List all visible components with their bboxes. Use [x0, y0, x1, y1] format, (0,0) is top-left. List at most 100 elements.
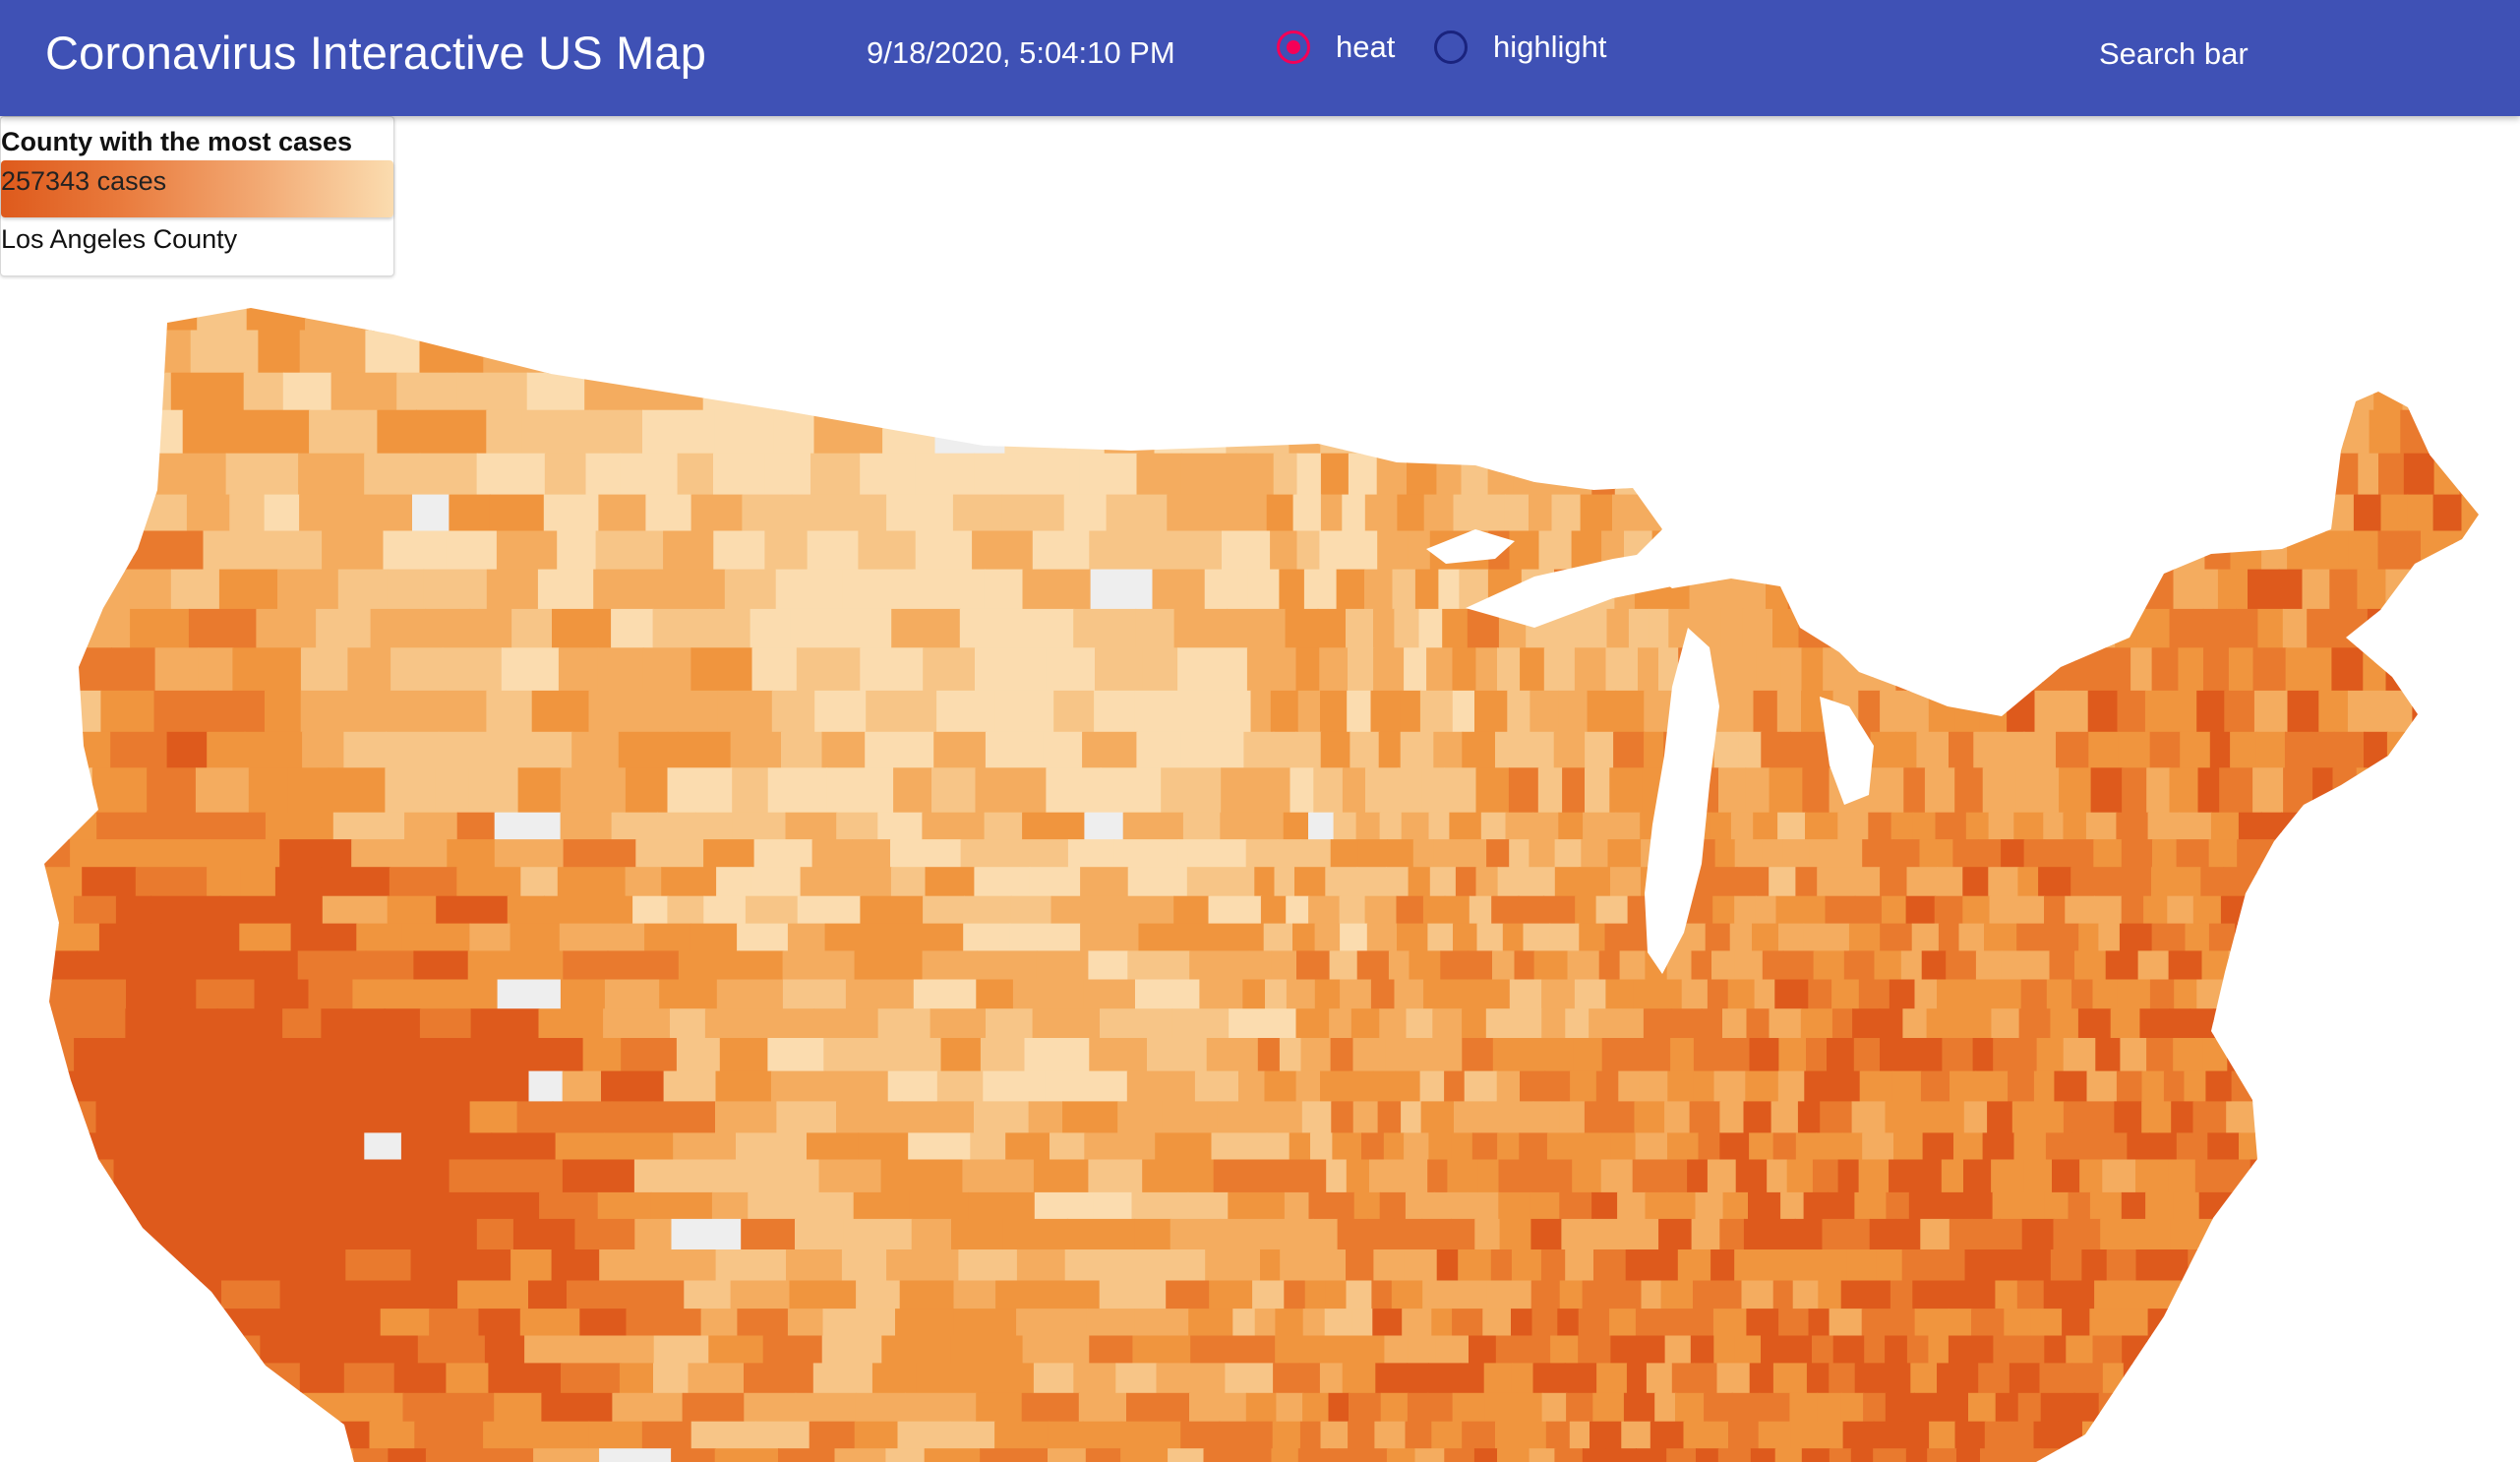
county-region[interactable]: [316, 608, 372, 649]
county-region[interactable]: [1511, 1309, 1533, 1337]
county-region[interactable]: [2046, 979, 2073, 1010]
county-region[interactable]: [2448, 1280, 2483, 1310]
county-region[interactable]: [1530, 1218, 1563, 1251]
county-region[interactable]: [1806, 1038, 1829, 1072]
county-region[interactable]: [1605, 979, 1635, 1010]
county-region[interactable]: [1831, 979, 1861, 1010]
county-region[interactable]: [968, 1191, 1036, 1221]
county-region[interactable]: [1666, 1448, 1698, 1462]
county-region[interactable]: [1504, 494, 1530, 532]
county-region[interactable]: [1857, 569, 1888, 611]
county-region[interactable]: [252, 1038, 291, 1072]
county-region[interactable]: [1179, 690, 1252, 734]
county-region[interactable]: [1471, 1132, 1499, 1161]
county-region[interactable]: [1487, 453, 1515, 496]
county-region[interactable]: [1177, 647, 1248, 693]
county-region[interactable]: [860, 330, 925, 374]
county-region[interactable]: [1593, 1249, 1627, 1282]
county-region[interactable]: [751, 647, 799, 693]
county-region[interactable]: [2036, 530, 2066, 571]
county-region[interactable]: [1566, 1392, 1594, 1423]
county-region[interactable]: [1154, 409, 1228, 455]
county-region[interactable]: [2250, 1421, 2279, 1450]
county-region[interactable]: [1749, 1132, 1774, 1161]
county-region[interactable]: [1885, 1101, 1908, 1134]
county-region[interactable]: [1533, 453, 1567, 496]
county-region[interactable]: [438, 731, 506, 769]
county-region[interactable]: [178, 1421, 219, 1450]
county-region[interactable]: [750, 867, 802, 897]
county-region[interactable]: [2197, 1363, 2229, 1394]
county-region[interactable]: [2370, 1335, 2392, 1365]
county-region[interactable]: [2088, 731, 2120, 769]
county-region[interactable]: [2045, 409, 2069, 455]
county-region[interactable]: [2259, 839, 2285, 869]
county-region[interactable]: [2169, 767, 2199, 814]
county-region[interactable]: [1401, 1101, 1422, 1134]
county-region[interactable]: [1157, 530, 1224, 571]
county-region[interactable]: [1734, 1335, 1763, 1365]
county-region[interactable]: [1617, 1191, 1647, 1221]
county-region[interactable]: [1337, 1218, 1369, 1251]
county-region[interactable]: [1881, 895, 1907, 925]
county-region[interactable]: [1850, 1448, 1875, 1462]
county-region[interactable]: [195, 767, 250, 814]
county-region[interactable]: [1454, 1101, 1483, 1134]
county-region[interactable]: [2427, 330, 2459, 374]
county-region[interactable]: [1829, 1448, 1852, 1462]
county-region[interactable]: [1728, 1421, 1760, 1450]
county-region[interactable]: [2488, 1249, 2515, 1282]
county-region[interactable]: [1559, 1280, 1584, 1310]
county-region[interactable]: [1901, 1421, 1931, 1450]
county-region[interactable]: [2273, 1392, 2301, 1423]
county-region[interactable]: [620, 453, 679, 496]
county-region[interactable]: [1484, 1392, 1518, 1423]
county-region[interactable]: [1271, 1448, 1300, 1462]
county-region[interactable]: [1633, 979, 1662, 1010]
county-region[interactable]: [1712, 494, 1737, 532]
county-region[interactable]: [219, 895, 289, 925]
county-region[interactable]: [2039, 1363, 2073, 1394]
county-region[interactable]: [273, 1392, 344, 1423]
county-region[interactable]: [1385, 409, 1416, 455]
county-region[interactable]: [1529, 293, 1562, 332]
county-region[interactable]: [738, 950, 784, 981]
county-region[interactable]: [2361, 1363, 2383, 1394]
county-region[interactable]: [2080, 453, 2103, 496]
county-region[interactable]: [1049, 293, 1121, 332]
county-region[interactable]: [30, 372, 102, 411]
county-region[interactable]: [607, 950, 680, 981]
county-region[interactable]: [975, 767, 1048, 814]
county-region[interactable]: [855, 1392, 906, 1423]
county-region[interactable]: [1208, 895, 1263, 925]
county-region[interactable]: [319, 1309, 382, 1337]
county-region[interactable]: [2100, 1218, 2125, 1251]
county-region[interactable]: [1320, 494, 1344, 532]
county-region[interactable]: [1984, 1421, 2011, 1450]
county-region[interactable]: [877, 1008, 931, 1040]
county-region[interactable]: [2171, 1309, 2204, 1337]
county-region[interactable]: [1032, 1008, 1102, 1040]
county-region[interactable]: [1325, 867, 1358, 897]
county-region[interactable]: [1427, 923, 1455, 952]
county-region[interactable]: [365, 330, 421, 374]
county-region[interactable]: [445, 690, 488, 734]
county-region[interactable]: [2464, 767, 2496, 814]
county-region[interactable]: [1598, 950, 1621, 981]
county-region[interactable]: [1562, 767, 1587, 814]
county-region[interactable]: [1712, 895, 1736, 925]
county-region[interactable]: [1094, 690, 1136, 734]
county-region[interactable]: [1373, 647, 1406, 693]
county-region[interactable]: [300, 647, 349, 693]
county-region[interactable]: [225, 453, 300, 496]
county-region[interactable]: [72, 1280, 121, 1310]
county-region[interactable]: [895, 1309, 955, 1337]
county-region[interactable]: [2082, 1421, 2116, 1450]
county-region[interactable]: [1461, 839, 1488, 869]
county-region[interactable]: [1476, 923, 1505, 952]
county-region[interactable]: [2433, 453, 2461, 496]
county-region[interactable]: [126, 979, 198, 1010]
county-region[interactable]: [1765, 494, 1792, 532]
county-region[interactable]: [188, 1218, 237, 1251]
county-region[interactable]: [2021, 1191, 2046, 1221]
